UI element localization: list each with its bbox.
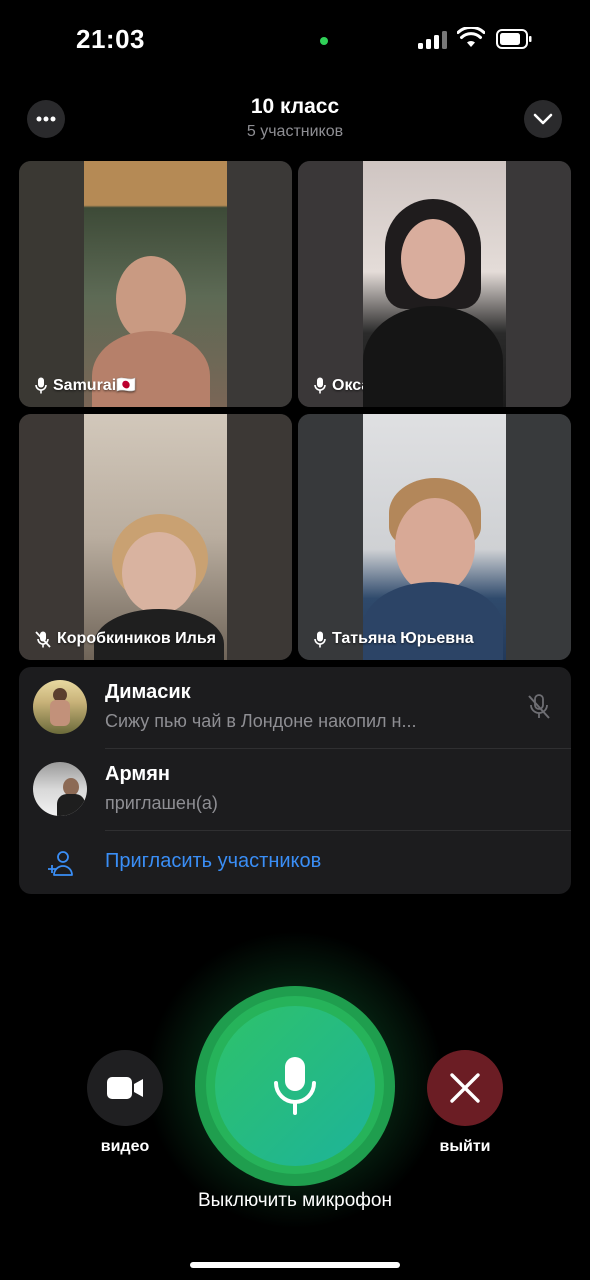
leave-button[interactable] — [427, 1050, 503, 1126]
wifi-icon — [457, 27, 485, 47]
video-label: видео — [100, 1138, 150, 1155]
microphone-muted-icon — [528, 694, 550, 719]
participant-name: Армян — [105, 763, 170, 785]
avatar — [33, 680, 87, 734]
tile-label: Коробкиников Илья — [35, 630, 216, 648]
home-indicator[interactable] — [190, 1262, 400, 1268]
mute-microphone-button[interactable] — [215, 1006, 375, 1166]
invite-participants-button[interactable]: Пригласить участников — [19, 831, 571, 894]
leave-label: выйти — [439, 1138, 491, 1155]
participant-list: Димасик Сижу пью чай в Лондоне накопил н… — [19, 667, 571, 894]
participant-status: Сижу пью чай в Лондоне накопил н... — [105, 711, 417, 731]
video-button[interactable] — [87, 1050, 163, 1126]
participant-name: Димасик — [105, 681, 191, 703]
video-tile-korobkinikov[interactable]: Коробкиников Илья — [19, 414, 292, 660]
list-item[interactable]: Армян приглашен(а) — [19, 749, 571, 831]
call-title: 10 класс — [250, 95, 340, 118]
chevron-down-icon — [533, 113, 553, 125]
microphone-icon — [314, 631, 326, 647]
video-camera-icon — [107, 1077, 143, 1099]
camera-indicator-dot — [320, 37, 328, 45]
avatar — [33, 762, 87, 816]
video-tile-oksana[interactable]: Оксана😌 — [298, 161, 571, 407]
tile-label: Татьяна Юрьевна — [314, 630, 474, 648]
microphone-icon — [314, 377, 326, 393]
participant-count: 5 участников — [246, 123, 344, 140]
video-tile-tatyana[interactable]: Татьяна Юрьевна — [298, 414, 571, 660]
close-icon — [450, 1073, 480, 1103]
cellular-signal-icon — [418, 31, 448, 49]
battery-icon — [496, 29, 532, 49]
participant-name: Татьяна Юрьевна — [332, 630, 474, 647]
video-tile-samurai[interactable]: Samurai🇯🇵 — [19, 161, 292, 407]
microphone-muted-icon — [35, 630, 51, 648]
list-item[interactable]: Димасик Сижу пью чай в Лондоне накопил н… — [19, 667, 571, 749]
participant-name: Коробкиников Илья — [57, 630, 216, 647]
microphone-icon — [274, 1057, 316, 1115]
tile-label: Samurai🇯🇵 — [35, 375, 136, 395]
collapse-button[interactable] — [524, 100, 562, 138]
participant-status: приглашен(а) — [105, 793, 218, 813]
mic-label: Выключить микрофон — [198, 1190, 392, 1211]
participant-name: Samurai🇯🇵 — [53, 377, 137, 394]
microphone-icon — [35, 377, 47, 393]
status-time: 21:03 — [76, 24, 145, 54]
invite-label: Пригласить участников — [105, 850, 322, 872]
add-user-icon — [48, 851, 73, 876]
